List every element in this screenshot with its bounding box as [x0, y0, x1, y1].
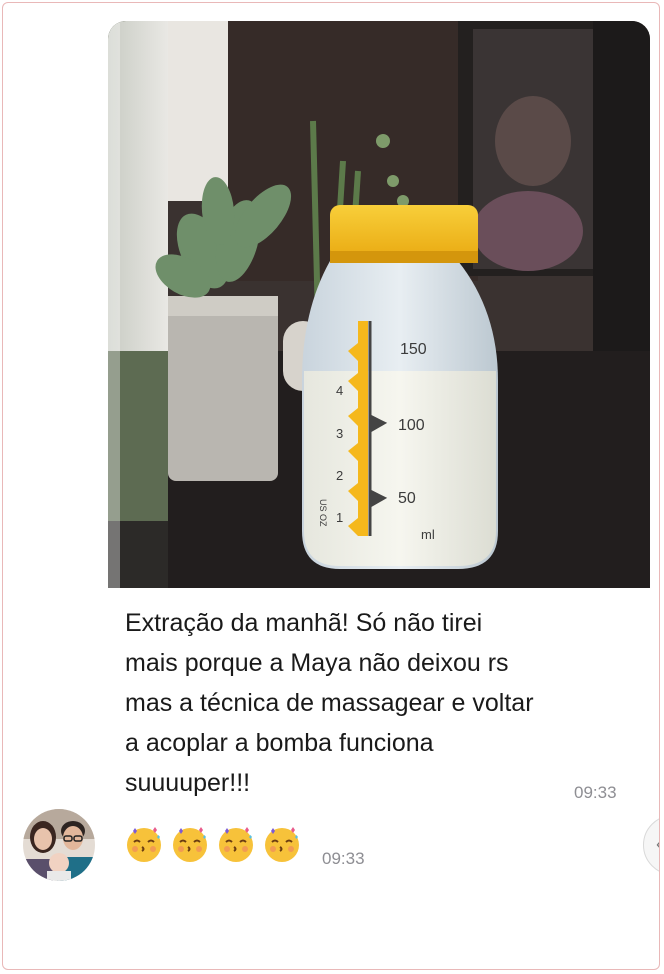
label-2oz: 2: [336, 468, 343, 483]
message-timestamp: 09:33: [574, 783, 617, 802]
sender-avatar[interactable]: [23, 809, 95, 881]
face-blowing-kiss-icon: [127, 827, 161, 862]
label-150ml: 150: [400, 341, 427, 358]
scroll-down-button[interactable]: ‹: [643, 815, 659, 875]
message-caption: Extração da manhã! Só não tirei mais por…: [125, 609, 534, 797]
photo-message[interactable]: 150 100 50 ml 4 3 2 1 US OZ: [108, 21, 650, 588]
bottle-photo: 150 100 50 ml 4 3 2 1 US OZ: [108, 21, 650, 588]
emoji-reply: [125, 825, 301, 863]
label-oz-unit: US OZ: [318, 499, 328, 527]
avatar-photo-icon: [23, 809, 95, 881]
label-100ml: 100: [398, 417, 425, 434]
label-4oz: 4: [336, 383, 343, 398]
label-1oz: 1: [336, 510, 343, 525]
chevron-down-icon: ‹: [656, 834, 659, 855]
face-blowing-kiss-icon: [265, 827, 299, 862]
face-blowing-kiss-icon: [173, 827, 207, 862]
face-blowing-kiss-icon: [219, 827, 253, 862]
reply-timestamp: 09:33: [322, 849, 365, 868]
label-3oz: 3: [336, 426, 343, 441]
chat-frame: 150 100 50 ml 4 3 2 1 US OZ Extração da …: [2, 2, 660, 970]
label-50ml: 50: [398, 490, 416, 507]
label-ml-unit: ml: [421, 527, 435, 542]
